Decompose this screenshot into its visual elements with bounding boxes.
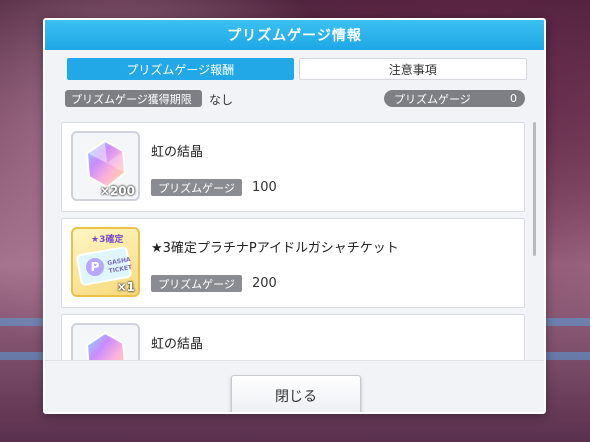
prism-gauge-dialog: プリズムゲージ情報 プリズムゲージ報酬 注意事項 プリズムゲージ獲得期限 なし … — [43, 18, 546, 414]
reward-list-scrollbar[interactable] — [533, 122, 536, 256]
rainbow-crystal-icon: ×200 — [71, 131, 140, 201]
reward-name: ★3確定プラチナPアイドルガシャチケット — [151, 241, 399, 256]
tab-notes[interactable]: 注意事項 — [298, 58, 527, 80]
gasha-ticket-icon: P ★3確定 GASHA TICKET ×1 — [71, 227, 140, 297]
reward-gauge-label: プリズムゲージ — [151, 179, 242, 196]
reward-quantity: ×200 — [99, 184, 135, 198]
reward-card: 虹の結晶 — [61, 314, 525, 360]
tab-prism-gauge-rewards[interactable]: プリズムゲージ報酬 — [67, 58, 294, 80]
gauge-info-row: プリズムゲージ獲得期限 なし プリズムゲージ 0 — [65, 90, 527, 107]
reward-gauge-value: 200 — [252, 276, 277, 291]
dialog-title: プリズムゲージ情報 — [45, 20, 544, 50]
reward-card: P ★3確定 GASHA TICKET ×1 ★3確定プラチナPアイドルガシャチ… — [61, 218, 525, 308]
reward-list[interactable]: ×200 虹の結晶 プリズムゲージ 100 P ★3確定 GASHA TICKE… — [61, 122, 527, 360]
reward-card: ×200 虹の結晶 プリズムゲージ 100 — [61, 122, 525, 212]
svg-text:P: P — [91, 260, 100, 274]
current-gauge-badge: プリズムゲージ 0 — [384, 90, 525, 107]
reward-gauge-label: プリズムゲージ — [151, 275, 242, 292]
close-button[interactable]: 閉じる — [231, 375, 361, 412]
current-gauge-value: 0 — [510, 92, 517, 105]
current-gauge-label: プリズムゲージ — [394, 92, 471, 106]
reward-quantity: ×1 — [116, 280, 135, 294]
reward-gauge-value: 100 — [252, 180, 277, 195]
ticket-badge: ★3確定 — [91, 235, 124, 245]
deadline-label: プリズムゲージ獲得期限 — [65, 90, 202, 107]
dialog-footer: 閉じる — [45, 360, 544, 412]
rainbow-crystal-icon — [71, 323, 140, 360]
reward-name: 虹の結晶 — [151, 145, 204, 160]
tab-bar: プリズムゲージ報酬 注意事項 — [67, 58, 527, 80]
deadline-value: なし — [209, 93, 234, 107]
reward-name: 虹の結晶 — [151, 337, 204, 352]
